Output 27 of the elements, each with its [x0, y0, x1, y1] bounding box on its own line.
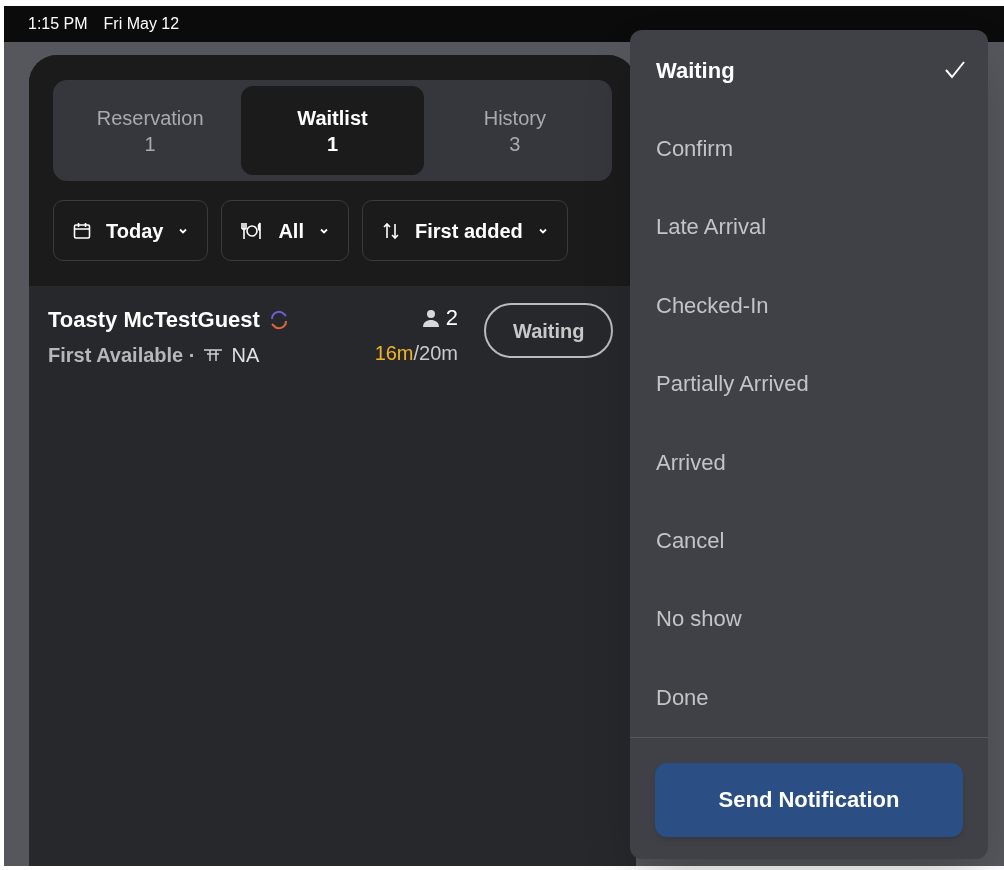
- filter-dropdown[interactable]: First added: [362, 200, 568, 261]
- sort-icon: [381, 220, 401, 241]
- tab[interactable]: Reservation 1: [59, 86, 242, 175]
- status-time: 1:15 PM: [28, 14, 88, 34]
- table-icon: [203, 348, 224, 362]
- menu-item[interactable]: Confirm: [630, 109, 988, 188]
- filter-dropdown[interactable]: Today: [53, 200, 209, 261]
- menu-item[interactable]: Done: [630, 658, 988, 737]
- tab[interactable]: Waitlist 1: [241, 86, 424, 175]
- checkmark-icon: [944, 60, 966, 81]
- table-number: NA: [231, 343, 260, 368]
- menu-item[interactable]: Cancel: [630, 501, 988, 580]
- wait-time: 16m/20m: [374, 341, 458, 366]
- status-button[interactable]: Waiting: [484, 303, 614, 358]
- guest-name: Toasty McTestGuest: [48, 306, 260, 334]
- menu-item[interactable]: Waiting: [630, 31, 988, 110]
- menu-item[interactable]: No show: [630, 579, 988, 659]
- calendar-icon: [72, 220, 92, 241]
- tab[interactable]: History 3: [423, 86, 606, 175]
- person-icon: [421, 308, 440, 327]
- seating-preference: First Available ·: [48, 343, 196, 368]
- send-notification-button[interactable]: Send Notification: [655, 762, 963, 837]
- menu-item[interactable]: Arrived: [630, 422, 988, 502]
- status-date: Fri May 12: [103, 14, 180, 34]
- party-size: 2: [445, 304, 458, 332]
- filter-dropdown[interactable]: All: [221, 200, 349, 261]
- menu-item[interactable]: Late Arrival: [630, 187, 988, 267]
